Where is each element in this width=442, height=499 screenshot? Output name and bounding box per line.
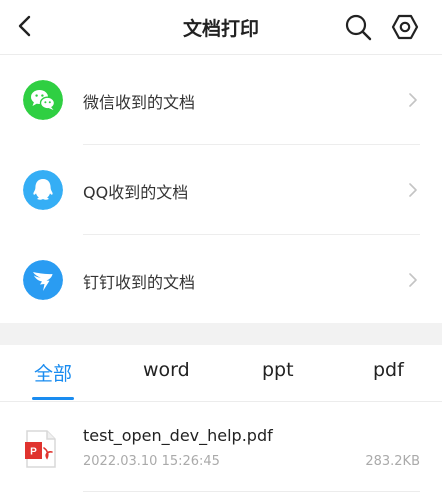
- top-bar: 文档打印: [0, 0, 442, 55]
- wechat-icon: [23, 80, 63, 120]
- source-item-dingtalk[interactable]: 钉钉收到的文档: [0, 235, 442, 325]
- tab-word[interactable]: word: [143, 359, 190, 381]
- active-tab-indicator: [32, 397, 74, 400]
- source-item-qq[interactable]: QQ收到的文档: [0, 145, 442, 235]
- divider: [83, 491, 420, 492]
- chevron-right-icon: [409, 273, 417, 287]
- file-size: 283.2KB: [365, 454, 420, 469]
- source-item-wechat[interactable]: 微信收到的文档: [0, 55, 442, 145]
- dingtalk-icon: [23, 260, 63, 300]
- file-date: 2022.03.10 15:26:45: [83, 454, 220, 469]
- page-title: 文档打印: [182, 18, 259, 40]
- source-label: 微信收到的文档: [83, 93, 196, 112]
- qq-icon: [23, 170, 63, 210]
- pdf-file-icon: P: [25, 430, 56, 468]
- chevron-right-icon: [409, 93, 417, 107]
- tab-pdf[interactable]: pdf: [373, 359, 404, 381]
- chevron-right-icon: [409, 183, 417, 197]
- svg-text:P: P: [30, 447, 37, 458]
- tab-all[interactable]: 全部: [34, 359, 72, 386]
- file-list-item[interactable]: P test_open_dev_help.pdf 2022.03.10 15:2…: [0, 402, 442, 492]
- file-type-tabs: 全部 word ppt pdf: [0, 345, 442, 402]
- source-label: QQ收到的文档: [83, 183, 189, 202]
- source-label: 钉钉收到的文档: [83, 273, 196, 292]
- search-icon[interactable]: [344, 13, 372, 41]
- file-name: test_open_dev_help.pdf: [83, 426, 273, 445]
- tab-ppt[interactable]: ppt: [262, 359, 294, 381]
- hexagon-settings-icon[interactable]: [390, 12, 420, 42]
- section-spacer: [0, 323, 442, 345]
